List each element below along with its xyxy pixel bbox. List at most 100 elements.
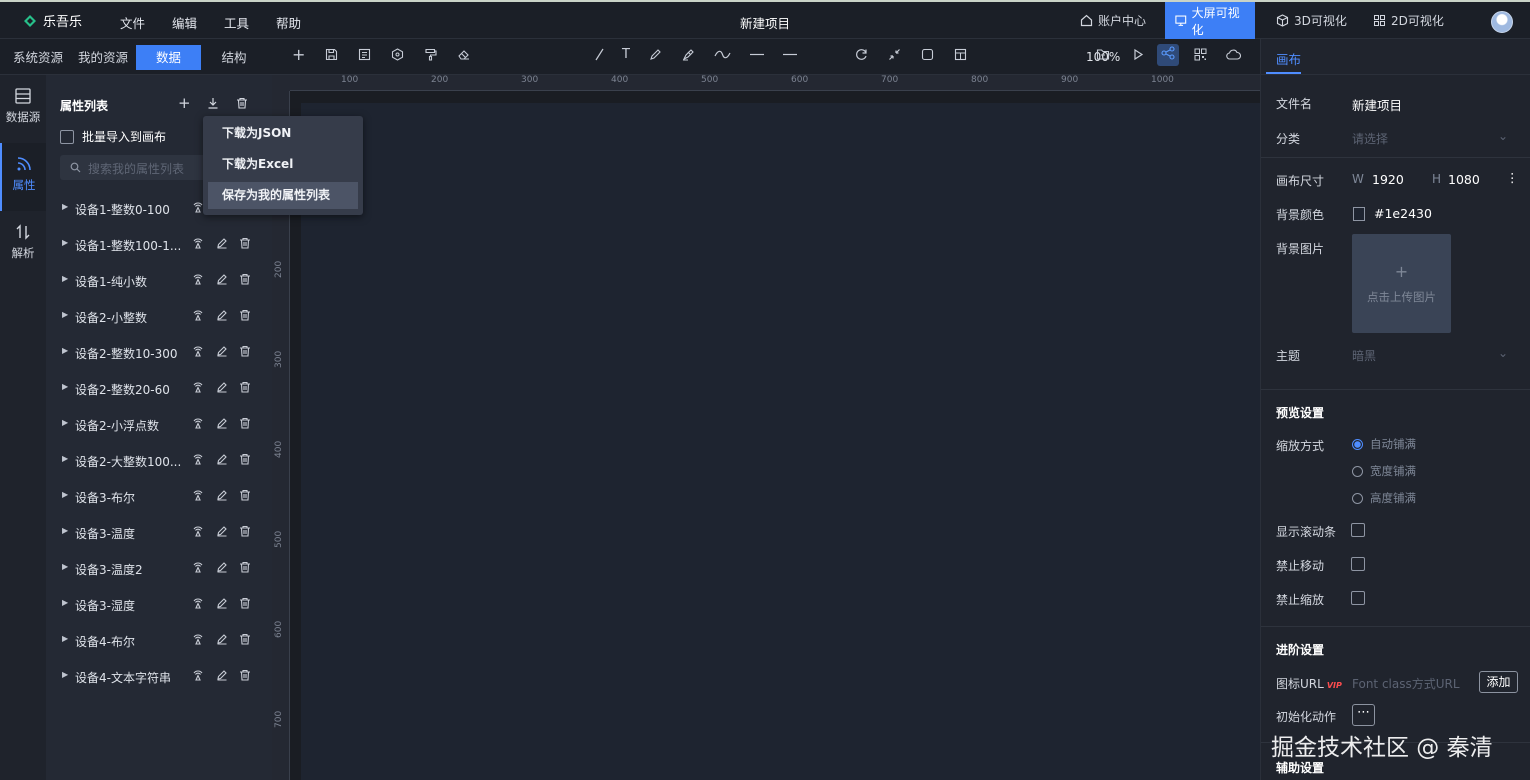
folder-icon[interactable] xyxy=(1096,48,1110,65)
radio-auto-fill[interactable]: 自动铺满 xyxy=(1352,436,1416,452)
add-icon[interactable]: + xyxy=(292,45,305,64)
edit-icon[interactable] xyxy=(216,633,228,648)
edit-icon[interactable] xyxy=(216,669,228,684)
text-icon[interactable]: T xyxy=(622,47,630,62)
batch-import-checkbox[interactable]: 批量导入到画布 xyxy=(60,128,166,145)
list-item[interactable]: ▶ 设备2-大整数100... xyxy=(60,451,260,471)
delete-icon[interactable] xyxy=(239,669,251,684)
delete-icon[interactable] xyxy=(239,453,251,468)
shrink-icon[interactable] xyxy=(888,48,901,65)
curve-icon[interactable] xyxy=(714,48,731,65)
menu-item-save-property-list[interactable]: 保存为我的属性列表 xyxy=(208,182,358,209)
bg-color-value[interactable]: #1e2430 xyxy=(1374,206,1432,221)
delete-icon[interactable] xyxy=(239,345,251,360)
caret-right-icon[interactable]: ▶ xyxy=(62,526,68,535)
broadcast-icon[interactable] xyxy=(192,633,204,648)
hexagon-icon[interactable] xyxy=(391,48,404,65)
height-field[interactable]: 1080 xyxy=(1448,172,1480,187)
sidebar-item-parse[interactable]: 解析 xyxy=(0,211,46,279)
list-item[interactable]: ▶ 设备1-纯小数 xyxy=(60,271,260,291)
caret-right-icon[interactable]: ▶ xyxy=(62,202,68,211)
broadcast-icon[interactable] xyxy=(192,309,204,324)
edit-icon[interactable] xyxy=(216,561,228,576)
show-scrollbar-checkbox[interactable] xyxy=(1351,523,1365,537)
document-icon[interactable] xyxy=(358,48,371,65)
menu-help[interactable]: 帮助 xyxy=(276,13,301,32)
broadcast-icon[interactable] xyxy=(192,597,204,612)
list-item[interactable]: ▶ 设备3-湿度 xyxy=(60,595,260,615)
list-item[interactable]: ▶ 设备3-温度2 xyxy=(60,559,260,579)
caret-right-icon[interactable]: ▶ xyxy=(62,490,68,499)
upload-image-button[interactable]: + 点击上传图片 xyxy=(1352,234,1451,333)
line-icon[interactable] xyxy=(593,48,606,65)
broadcast-icon[interactable] xyxy=(192,273,204,288)
chevron-down-icon[interactable]: ⌄ xyxy=(1498,346,1508,360)
frame-icon[interactable] xyxy=(921,48,934,65)
edit-icon[interactable] xyxy=(216,273,228,288)
broadcast-icon[interactable] xyxy=(192,669,204,684)
caret-right-icon[interactable]: ▶ xyxy=(62,382,68,391)
add-button[interactable]: 添加 xyxy=(1479,671,1518,693)
edit-icon[interactable] xyxy=(216,525,228,540)
broadcast-icon[interactable] xyxy=(192,381,204,396)
edit-icon[interactable] xyxy=(216,597,228,612)
qrcode-icon[interactable] xyxy=(1194,48,1207,65)
sidebar-item-properties[interactable]: 属性 xyxy=(0,143,46,211)
broadcast-icon[interactable] xyxy=(192,453,204,468)
menu-item-download-json[interactable]: 下载为JSON xyxy=(208,120,358,147)
theme-select[interactable]: 暗黑 xyxy=(1352,347,1376,364)
nav-3d[interactable]: 3D可视化 xyxy=(1266,2,1357,39)
list-item[interactable]: ▶ 设备3-温度 xyxy=(60,523,260,543)
caret-right-icon[interactable]: ▶ xyxy=(62,418,68,427)
edit-icon[interactable] xyxy=(216,489,228,504)
cloud-icon[interactable] xyxy=(1226,48,1242,65)
color-swatch[interactable] xyxy=(1353,207,1365,221)
list-item[interactable]: ▶ 设备2-小整数 xyxy=(60,307,260,327)
category-select[interactable]: 请选择 xyxy=(1352,130,1388,147)
chevron-down-icon[interactable]: ⌄ xyxy=(1498,129,1508,143)
icon-url-input[interactable]: Font class方式URL xyxy=(1352,675,1460,692)
sidebar-item-datasource[interactable]: 数据源 xyxy=(0,75,46,143)
layout-icon[interactable] xyxy=(954,48,967,65)
tab-canvas[interactable]: 画布 xyxy=(1261,39,1530,75)
init-action-button[interactable]: ⋯ xyxy=(1352,704,1375,726)
play-icon[interactable] xyxy=(1132,48,1144,65)
highlighter-icon[interactable] xyxy=(682,48,695,65)
caret-right-icon[interactable]: ▶ xyxy=(62,634,68,643)
save-icon[interactable] xyxy=(325,48,338,65)
width-field[interactable]: 1920 xyxy=(1372,172,1404,187)
caret-right-icon[interactable]: ▶ xyxy=(62,598,68,607)
broadcast-icon[interactable] xyxy=(192,525,204,540)
list-item[interactable]: ▶ 设备2-小浮点数 xyxy=(60,415,260,435)
delete-icon[interactable] xyxy=(239,597,251,612)
caret-right-icon[interactable]: ▶ xyxy=(62,454,68,463)
caret-right-icon[interactable]: ▶ xyxy=(62,670,68,679)
delete-icon[interactable] xyxy=(239,237,251,252)
list-item[interactable]: ▶ 设备1-整数100-1... xyxy=(60,235,260,255)
broadcast-icon[interactable] xyxy=(192,345,204,360)
nav-account-center[interactable]: 账户中心 xyxy=(1070,2,1156,39)
tab-data[interactable]: 数据 xyxy=(136,45,201,70)
delete-icon[interactable] xyxy=(239,309,251,324)
delete-icon[interactable] xyxy=(239,561,251,576)
logo[interactable]: 乐吾乐 xyxy=(22,11,82,30)
menu-edit[interactable]: 编辑 xyxy=(172,13,197,32)
eraser-icon[interactable] xyxy=(457,48,470,65)
delete-icon[interactable] xyxy=(239,381,251,396)
pen-icon[interactable] xyxy=(649,48,662,65)
radio-height-fill[interactable]: 高度铺满 xyxy=(1352,490,1416,506)
caret-right-icon[interactable]: ▶ xyxy=(62,346,68,355)
nav-big-screen[interactable]: 大屏可视化 xyxy=(1165,2,1255,39)
tab-system-resources[interactable]: 系统资源 xyxy=(8,45,68,70)
delete-icon[interactable] xyxy=(239,489,251,504)
share-icon[interactable] xyxy=(1157,44,1179,66)
more-vertical-icon[interactable]: ⋮ xyxy=(1506,170,1519,185)
delete-icon[interactable] xyxy=(239,273,251,288)
delete-icon[interactable] xyxy=(239,633,251,648)
menu-file[interactable]: 文件 xyxy=(120,13,145,32)
caret-right-icon[interactable]: ▶ xyxy=(62,562,68,571)
caret-right-icon[interactable]: ▶ xyxy=(62,238,68,247)
list-item[interactable]: ▶ 设备4-布尔 xyxy=(60,631,260,651)
menu-tools[interactable]: 工具 xyxy=(224,13,249,32)
line-end-icon[interactable] xyxy=(782,48,798,65)
